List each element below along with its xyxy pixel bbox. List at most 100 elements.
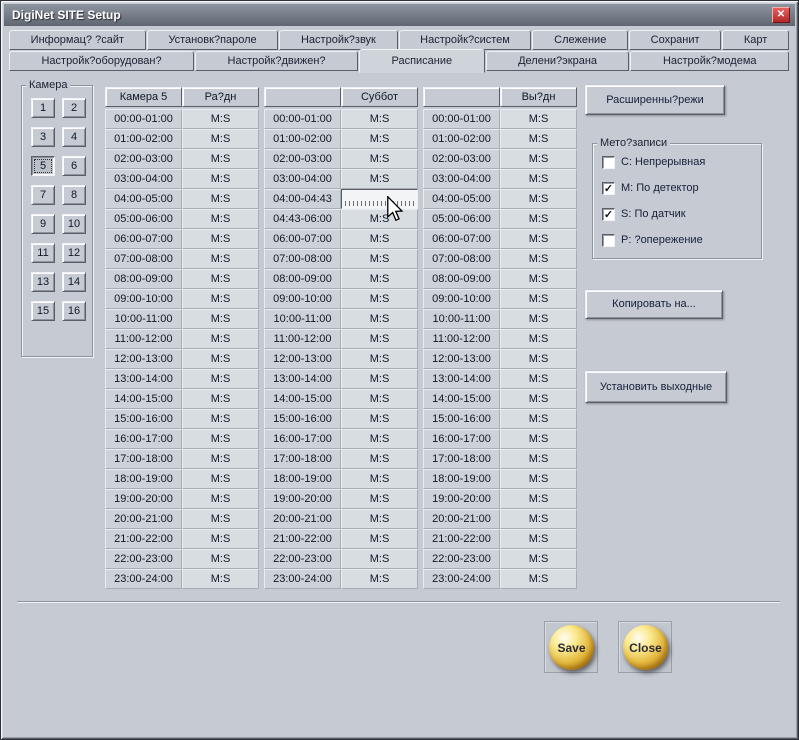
record-method-option-0[interactable]: C: Непрерывная xyxy=(593,149,761,175)
schedule-value-cell-g1-r8[interactable]: M:S xyxy=(341,269,418,289)
record-method-option-1[interactable]: ✓ M: По детектор xyxy=(593,175,761,201)
schedule-value-cell-g2-r20[interactable]: M:S xyxy=(500,509,577,529)
schedule-value-cell-g2-r15[interactable]: M:S xyxy=(500,409,577,429)
camera-button-8[interactable]: 8 xyxy=(62,185,86,205)
schedule-value-cell-g1-r4[interactable] xyxy=(341,189,418,222)
camera-button-1[interactable]: 1 xyxy=(31,98,55,118)
schedule-value-cell-g0-r6[interactable]: M:S xyxy=(182,229,259,249)
schedule-value-cell-g0-r2[interactable]: M:S xyxy=(182,149,259,169)
save-button[interactable]: Save xyxy=(544,621,598,673)
schedule-value-cell-g1-r6[interactable]: M:S xyxy=(341,229,418,249)
schedule-value-cell-g0-r13[interactable]: M:S xyxy=(182,369,259,389)
camera-button-12[interactable]: 12 xyxy=(62,243,86,263)
tab-row2-2[interactable]: Расписание xyxy=(359,49,485,73)
schedule-value-cell-g1-r0[interactable]: M:S xyxy=(341,109,418,129)
schedule-value-cell-g0-r4[interactable]: M:S xyxy=(182,189,259,209)
schedule-value-cell-g1-r16[interactable]: M:S xyxy=(341,429,418,449)
camera-button-15[interactable]: 15 xyxy=(31,301,55,321)
save-button-sphere[interactable]: Save xyxy=(549,625,594,670)
schedule-value-cell-g2-r1[interactable]: M:S xyxy=(500,129,577,149)
schedule-value-cell-g2-r13[interactable]: M:S xyxy=(500,369,577,389)
schedule-value-cell-g0-r8[interactable]: M:S xyxy=(182,269,259,289)
tab-row1-6[interactable]: Карт xyxy=(722,30,789,50)
schedule-value-cell-g0-r21[interactable]: M:S xyxy=(182,529,259,549)
schedule-value-cell-g2-r3[interactable]: M:S xyxy=(500,169,577,189)
checkbox-icon[interactable]: ✓ xyxy=(602,181,615,195)
camera-button-2[interactable]: 2 xyxy=(62,98,86,118)
schedule-value-cell-g1-r13[interactable]: M:S xyxy=(341,369,418,389)
tab-row1-4[interactable]: Слежение xyxy=(532,30,628,50)
schedule-value-cell-g0-r18[interactable]: M:S xyxy=(182,469,259,489)
schedule-value-cell-g1-r7[interactable]: M:S xyxy=(341,249,418,269)
tab-row1-3[interactable]: Настройк?систем xyxy=(398,30,532,50)
camera-button-11[interactable]: 11 xyxy=(31,243,55,263)
tab-row1-5[interactable]: Сохранит xyxy=(628,30,722,50)
schedule-value-cell-g1-r11[interactable]: M:S xyxy=(341,329,418,349)
schedule-value-cell-g2-r8[interactable]: M:S xyxy=(500,269,577,289)
schedule-value-cell-g0-r16[interactable]: M:S xyxy=(182,429,259,449)
schedule-value-cell-g1-r20[interactable]: M:S xyxy=(341,509,418,529)
schedule-value-cell-g1-r5[interactable]: M:S xyxy=(341,209,418,229)
camera-button-5[interactable]: 5 xyxy=(31,156,55,176)
schedule-value-cell-g1-r1[interactable]: M:S xyxy=(341,129,418,149)
tab-row2-0[interactable]: Настройк?оборудован? xyxy=(9,51,195,71)
schedule-value-cell-g2-r9[interactable]: M:S xyxy=(500,289,577,309)
schedule-value-cell-g2-r12[interactable]: M:S xyxy=(500,349,577,369)
schedule-value-cell-g0-r3[interactable]: M:S xyxy=(182,169,259,189)
schedule-value-cell-g0-r15[interactable]: M:S xyxy=(182,409,259,429)
schedule-value-cell-g0-r22[interactable]: M:S xyxy=(182,549,259,569)
schedule-value-cell-g1-r19[interactable]: M:S xyxy=(341,489,418,509)
camera-button-7[interactable]: 7 xyxy=(31,185,55,205)
checkbox-icon[interactable] xyxy=(602,155,615,169)
schedule-value-cell-g1-r10[interactable]: M:S xyxy=(341,309,418,329)
schedule-value-cell-g0-r20[interactable]: M:S xyxy=(182,509,259,529)
schedule-value-cell-g0-r11[interactable]: M:S xyxy=(182,329,259,349)
record-method-option-2[interactable]: ✓ S: По датчик xyxy=(593,201,761,227)
schedule-value-cell-g1-r14[interactable]: M:S xyxy=(341,389,418,409)
schedule-value-cell-g0-r5[interactable]: M:S xyxy=(182,209,259,229)
camera-button-9[interactable]: 9 xyxy=(31,214,55,234)
schedule-value-cell-g2-r11[interactable]: M:S xyxy=(500,329,577,349)
record-method-option-3[interactable]: P: ?опережение xyxy=(593,227,761,253)
schedule-value-cell-g0-r10[interactable]: M:S xyxy=(182,309,259,329)
schedule-value-cell-g2-r4[interactable]: M:S xyxy=(500,189,577,209)
schedule-value-cell-g2-r21[interactable]: M:S xyxy=(500,529,577,549)
checkbox-icon[interactable] xyxy=(602,233,615,247)
tab-row2-1[interactable]: Настройк?движен? xyxy=(195,51,359,71)
schedule-value-cell-g1-r12[interactable]: M:S xyxy=(341,349,418,369)
schedule-value-cell-g0-r12[interactable]: M:S xyxy=(182,349,259,369)
schedule-value-cell-g2-r22[interactable]: M:S xyxy=(500,549,577,569)
schedule-value-cell-g0-r9[interactable]: M:S xyxy=(182,289,259,309)
schedule-value-cell-g2-r17[interactable]: M:S xyxy=(500,449,577,469)
camera-button-16[interactable]: 16 xyxy=(62,301,86,321)
schedule-value-cell-g0-r1[interactable]: M:S xyxy=(182,129,259,149)
camera-button-6[interactable]: 6 xyxy=(62,156,86,176)
schedule-value-cell-g0-r19[interactable]: M:S xyxy=(182,489,259,509)
tab-row1-1[interactable]: Установк?пароле xyxy=(146,30,279,50)
tab-row1-2[interactable]: Настройк?звук xyxy=(279,30,398,50)
schedule-value-cell-g2-r19[interactable]: M:S xyxy=(500,489,577,509)
camera-button-13[interactable]: 13 xyxy=(31,272,55,292)
schedule-value-cell-g0-r23[interactable]: M:S xyxy=(182,569,259,589)
schedule-value-cell-g0-r7[interactable]: M:S xyxy=(182,249,259,269)
schedule-value-cell-g1-r15[interactable]: M:S xyxy=(341,409,418,429)
close-button[interactable]: Close xyxy=(618,621,672,673)
schedule-value-cell-g0-r14[interactable]: M:S xyxy=(182,389,259,409)
schedule-value-cell-g1-r17[interactable]: M:S xyxy=(341,449,418,469)
schedule-value-cell-g2-r6[interactable]: M:S xyxy=(500,229,577,249)
tab-row2-4[interactable]: Настройк?модема xyxy=(630,51,789,71)
schedule-value-cell-g2-r5[interactable]: M:S xyxy=(500,209,577,229)
schedule-value-cell-g0-r17[interactable]: M:S xyxy=(182,449,259,469)
set-holidays-button[interactable]: Установить выходные xyxy=(585,371,727,403)
schedule-value-cell-g2-r16[interactable]: M:S xyxy=(500,429,577,449)
close-button-sphere[interactable]: Close xyxy=(623,625,668,670)
schedule-value-cell-g1-r22[interactable]: M:S xyxy=(341,549,418,569)
schedule-value-cell-g1-r9[interactable]: M:S xyxy=(341,289,418,309)
schedule-value-cell-g2-r10[interactable]: M:S xyxy=(500,309,577,329)
schedule-value-cell-g2-r7[interactable]: M:S xyxy=(500,249,577,269)
camera-button-10[interactable]: 10 xyxy=(62,214,86,234)
schedule-value-cell-g1-r21[interactable]: M:S xyxy=(341,529,418,549)
schedule-value-cell-g1-r23[interactable]: M:S xyxy=(341,569,418,589)
schedule-value-cell-g1-r18[interactable]: M:S xyxy=(341,469,418,489)
copy-to-button[interactable]: Копировать на... xyxy=(585,290,723,319)
